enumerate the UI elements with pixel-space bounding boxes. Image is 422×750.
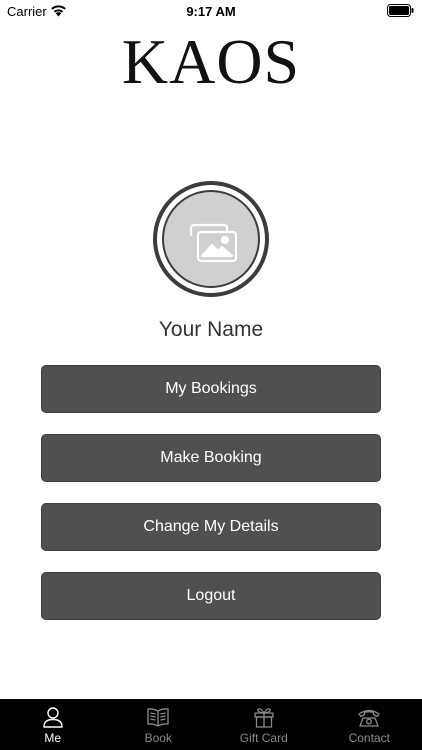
tab-bar: Me Book Gift Card Contact [0, 699, 422, 750]
gift-icon [254, 708, 274, 728]
person-icon [43, 707, 63, 728]
book-icon [147, 708, 169, 727]
avatar[interactable] [153, 181, 269, 297]
tab-gift-card-label: Gift Card [239, 731, 288, 745]
image-placeholder-icon [189, 223, 238, 263]
battery-icon [387, 4, 414, 17]
tab-book[interactable]: Book [106, 699, 212, 750]
clock: 9:17 AM [186, 4, 236, 19]
change-my-details-button[interactable]: Change My Details [41, 503, 381, 551]
logout-button[interactable]: Logout [41, 572, 381, 620]
tab-me[interactable]: Me [0, 699, 106, 750]
phone-icon [358, 709, 380, 727]
tab-contact[interactable]: Contact [317, 699, 422, 750]
status-bar: Carrier 9:17 AM [0, 0, 422, 22]
avatar-inner [162, 190, 260, 288]
tab-contact-label: Contact [348, 731, 390, 745]
tab-gift-card[interactable]: Gift Card [211, 699, 317, 750]
app-logo: KAOS [121, 26, 301, 97]
user-name: Your Name [158, 318, 264, 341]
my-bookings-button[interactable]: My Bookings [41, 365, 381, 413]
make-booking-button[interactable]: Make Booking [41, 434, 381, 482]
tab-me-label: Me [44, 731, 62, 745]
tab-book-label: Book [144, 731, 172, 745]
